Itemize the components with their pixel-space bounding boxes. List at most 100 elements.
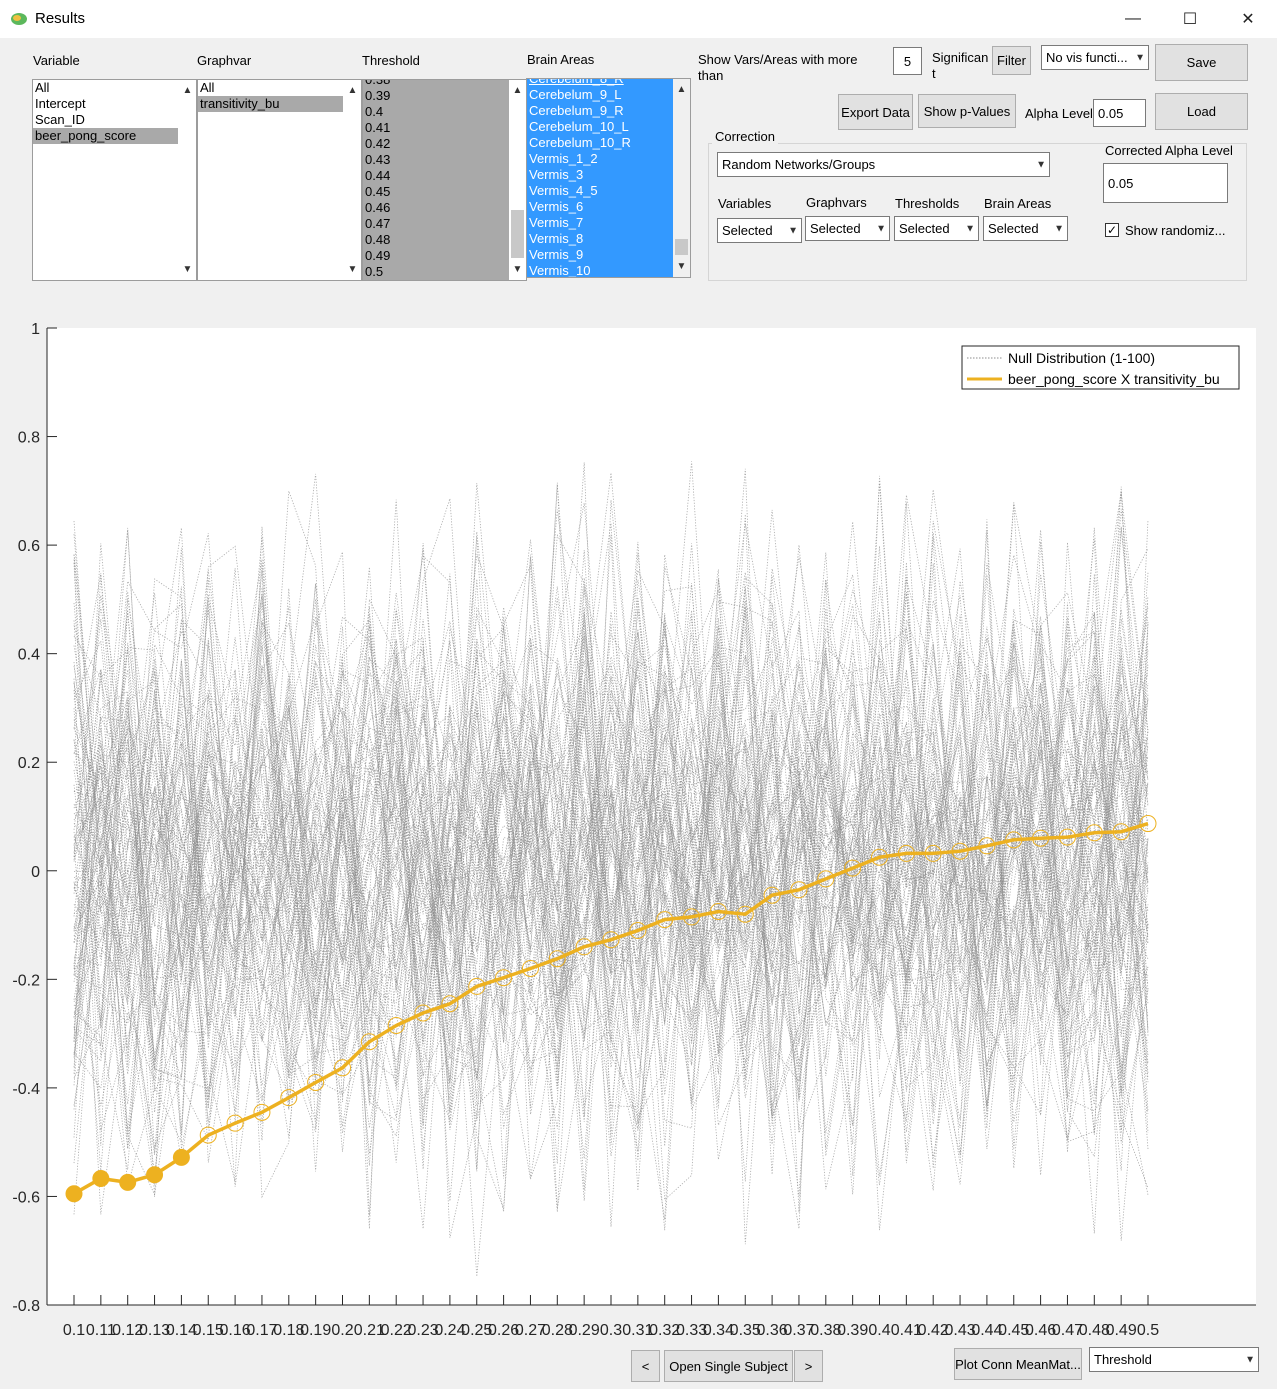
- vis-function-value: No vis functi...: [1046, 50, 1128, 65]
- list-item[interactable]: Cerebelum_8_R: [527, 79, 690, 87]
- list-item[interactable]: 0.48: [363, 232, 526, 248]
- scroll-up-icon[interactable]: ▲: [179, 82, 196, 99]
- variable-list[interactable]: All Intercept Scan_ID beer_pong_score ▲ …: [32, 79, 197, 281]
- close-icon[interactable]: ✕: [1228, 4, 1268, 34]
- list-item[interactable]: 0.45: [363, 184, 526, 200]
- list-item[interactable]: Intercept: [33, 96, 178, 112]
- list-item[interactable]: Scan_ID: [33, 112, 178, 128]
- chevron-down-icon: ▼: [965, 223, 975, 234]
- list-item[interactable]: Cerebelum_10_R: [527, 135, 690, 151]
- vis-function-select[interactable]: No vis functi... ▼: [1041, 45, 1149, 70]
- y-tick-label: -0.6: [12, 1189, 40, 1206]
- significant-label-cont: t: [932, 66, 936, 81]
- x-tick-label: 0.49: [1106, 1322, 1137, 1339]
- x-tick-label: 0.2: [331, 1322, 353, 1339]
- list-item[interactable]: Vermis_10: [527, 263, 690, 277]
- list-item[interactable]: 0.41: [363, 120, 526, 136]
- list-item[interactable]: Vermis_4_5: [527, 183, 690, 199]
- list-item[interactable]: 0.44: [363, 168, 526, 184]
- graphvars-select[interactable]: Selected ▼: [805, 216, 890, 241]
- list-item[interactable]: 0.38: [363, 80, 526, 88]
- scroll-down-icon[interactable]: ▼: [509, 261, 526, 278]
- minimize-icon[interactable]: —: [1113, 4, 1153, 34]
- x-tick-label: 0.19: [300, 1322, 331, 1339]
- next-button[interactable]: >: [794, 1350, 823, 1382]
- y-tick-label: 0.8: [18, 430, 40, 447]
- x-axis-select-value: Threshold: [1094, 1352, 1152, 1367]
- scroll-up-icon[interactable]: ▲: [344, 82, 361, 99]
- app-icon: [11, 13, 27, 25]
- scroll-down-icon[interactable]: ▼: [179, 261, 196, 278]
- x-axis-select[interactable]: Threshold ▼: [1089, 1347, 1259, 1372]
- show-vars-label: Show Vars/Areas with more: [698, 52, 858, 67]
- list-item[interactable]: Vermis_8: [527, 231, 690, 247]
- prev-button[interactable]: <: [631, 1350, 660, 1382]
- chevron-down-icon: ▼: [1135, 52, 1145, 63]
- graphvar-list[interactable]: All transitivity_bu ▲ ▼: [197, 79, 362, 281]
- export-data-button[interactable]: Export Data: [838, 94, 913, 130]
- list-item[interactable]: 0.43: [363, 152, 526, 168]
- list-item[interactable]: 0.4: [363, 104, 526, 120]
- show-vars-count-input[interactable]: 5: [893, 47, 922, 75]
- show-p-values-button[interactable]: Show p-Values: [918, 94, 1016, 128]
- correction-title: Correction: [712, 129, 778, 144]
- list-item-selected[interactable]: beer_pong_score: [33, 128, 178, 144]
- scroll-up-icon[interactable]: ▲: [673, 81, 690, 98]
- brain-areas-list[interactable]: Cerebelum_8_R Cerebelum_9_L Cerebelum_9_…: [526, 78, 691, 278]
- threshold-scrollbar[interactable]: ▲ ▼: [509, 80, 526, 280]
- list-item[interactable]: All: [33, 80, 178, 96]
- window-title: Results: [35, 10, 86, 27]
- correction-method-select[interactable]: Random Networks/Groups ▼: [717, 152, 1050, 177]
- list-item[interactable]: Cerebelum_9_L: [527, 87, 690, 103]
- chevron-down-icon: ▼: [1245, 1354, 1255, 1365]
- list-item[interactable]: 0.46: [363, 200, 526, 216]
- show-randomized-checkbox[interactable]: ✓: [1105, 223, 1119, 237]
- list-item[interactable]: 0.47: [363, 216, 526, 232]
- graphvar-scrollbar[interactable]: ▲ ▼: [344, 80, 361, 280]
- open-single-subject-button[interactable]: Open Single Subject: [664, 1350, 793, 1382]
- scroll-up-icon[interactable]: ▲: [509, 82, 526, 99]
- list-item[interactable]: 0.5: [363, 264, 526, 280]
- list-item[interactable]: 0.49: [363, 248, 526, 264]
- thresholds-select[interactable]: Selected ▼: [894, 216, 979, 241]
- list-item[interactable]: Vermis_6: [527, 199, 690, 215]
- brain-areas-select[interactable]: Selected ▼: [983, 216, 1068, 241]
- list-item[interactable]: All: [198, 80, 343, 96]
- corrected-alpha-label: Corrected Alpha Level: [1105, 143, 1233, 158]
- brain-areas-corr-label: Brain Areas: [984, 196, 1052, 211]
- y-tick-label: 0.4: [18, 647, 40, 664]
- variables-select[interactable]: Selected ▼: [717, 218, 802, 243]
- list-item[interactable]: Cerebelum_10_L: [527, 119, 690, 135]
- x-tick-label: 0.5: [1137, 1322, 1159, 1339]
- scroll-down-icon[interactable]: ▼: [344, 261, 361, 278]
- scroll-thumb[interactable]: [511, 210, 524, 258]
- y-tick-label: 0.6: [18, 538, 40, 555]
- brain-areas-scrollbar[interactable]: ▲ ▼: [673, 79, 690, 277]
- list-item[interactable]: Vermis_9: [527, 247, 690, 263]
- main-series-point: [65, 1185, 83, 1203]
- list-item[interactable]: 0.42: [363, 136, 526, 152]
- title-bar: [0, 0, 1277, 38]
- list-item[interactable]: Vermis_7: [527, 215, 690, 231]
- filter-button[interactable]: Filter: [992, 46, 1031, 75]
- variable-scrollbar[interactable]: ▲ ▼: [179, 80, 196, 280]
- thresholds-label: Thresholds: [895, 196, 960, 211]
- list-item[interactable]: Vermis_3: [527, 167, 690, 183]
- scroll-thumb[interactable]: [675, 239, 688, 255]
- list-item[interactable]: 0.39: [363, 88, 526, 104]
- plot-conn-meanmat-button[interactable]: Plot Conn MeanMat...: [954, 1348, 1082, 1380]
- corrected-alpha-input[interactable]: 0.05: [1103, 163, 1228, 203]
- maximize-icon[interactable]: ☐: [1170, 4, 1210, 34]
- list-item-selected[interactable]: transitivity_bu: [198, 96, 343, 112]
- significant-label: Significan: [932, 50, 989, 65]
- alpha-level-input[interactable]: 0.05: [1093, 99, 1146, 127]
- threshold-list[interactable]: 0.38 0.39 0.4 0.41 0.42 0.43 0.44 0.45 0…: [362, 79, 527, 281]
- y-tick-label: -0.8: [12, 1298, 40, 1315]
- load-button[interactable]: Load: [1155, 93, 1248, 130]
- main-series-point: [146, 1166, 164, 1184]
- scroll-down-icon[interactable]: ▼: [673, 258, 690, 275]
- save-button[interactable]: Save: [1155, 44, 1248, 81]
- chevron-down-icon: ▼: [876, 223, 886, 234]
- list-item[interactable]: Cerebelum_9_R: [527, 103, 690, 119]
- list-item[interactable]: Vermis_1_2: [527, 151, 690, 167]
